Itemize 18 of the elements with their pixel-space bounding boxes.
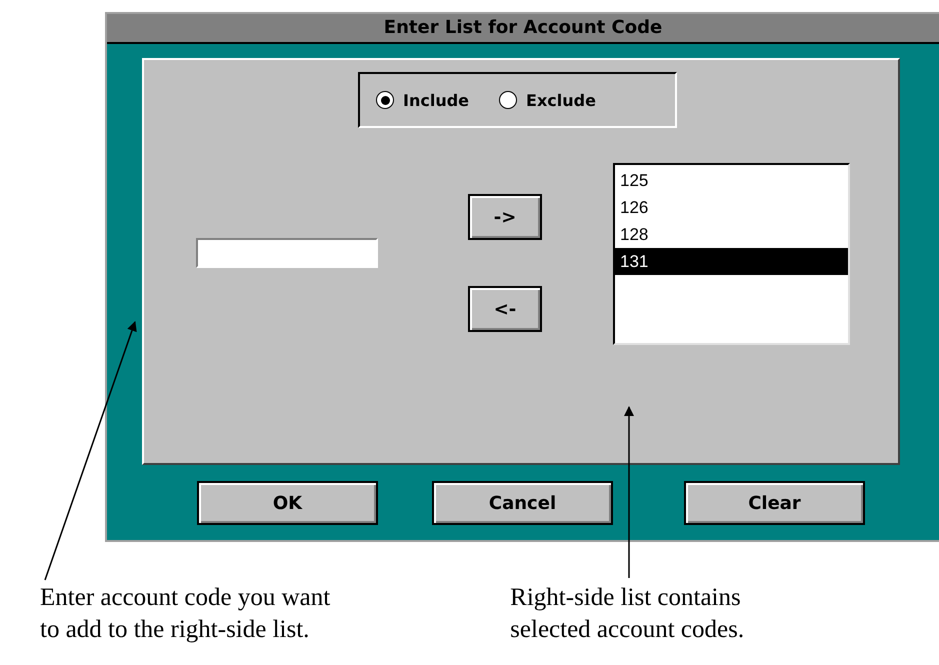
code-list[interactable]: 125 126 128 131 [613, 163, 850, 345]
dialog-button[interactable]: OK [197, 481, 378, 525]
radio-button[interactable] [499, 91, 518, 109]
radio-option[interactable]: Exclude [499, 90, 596, 110]
input-field[interactable] [196, 238, 378, 268]
dialog-button[interactable]: Cancel [432, 481, 613, 525]
move-button[interactable]: -> [468, 194, 542, 240]
list-item[interactable]: 131 [615, 248, 848, 275]
list-item[interactable]: 125 [615, 167, 848, 194]
radio-button[interactable] [376, 91, 394, 109]
move-button[interactable]: <- [468, 286, 542, 332]
dialog-button[interactable]: Clear [684, 481, 865, 525]
list-item[interactable]: 128 [615, 221, 848, 248]
radio-option[interactable]: Include [376, 90, 470, 110]
caption: Enter account code you want to add to the right-side list. [40, 583, 330, 645]
window-title: Enter List for Account Code [107, 14, 939, 44]
list-item[interactable]: 126 [615, 194, 848, 221]
caption: Right-side list contains selected account codes. [510, 583, 744, 645]
